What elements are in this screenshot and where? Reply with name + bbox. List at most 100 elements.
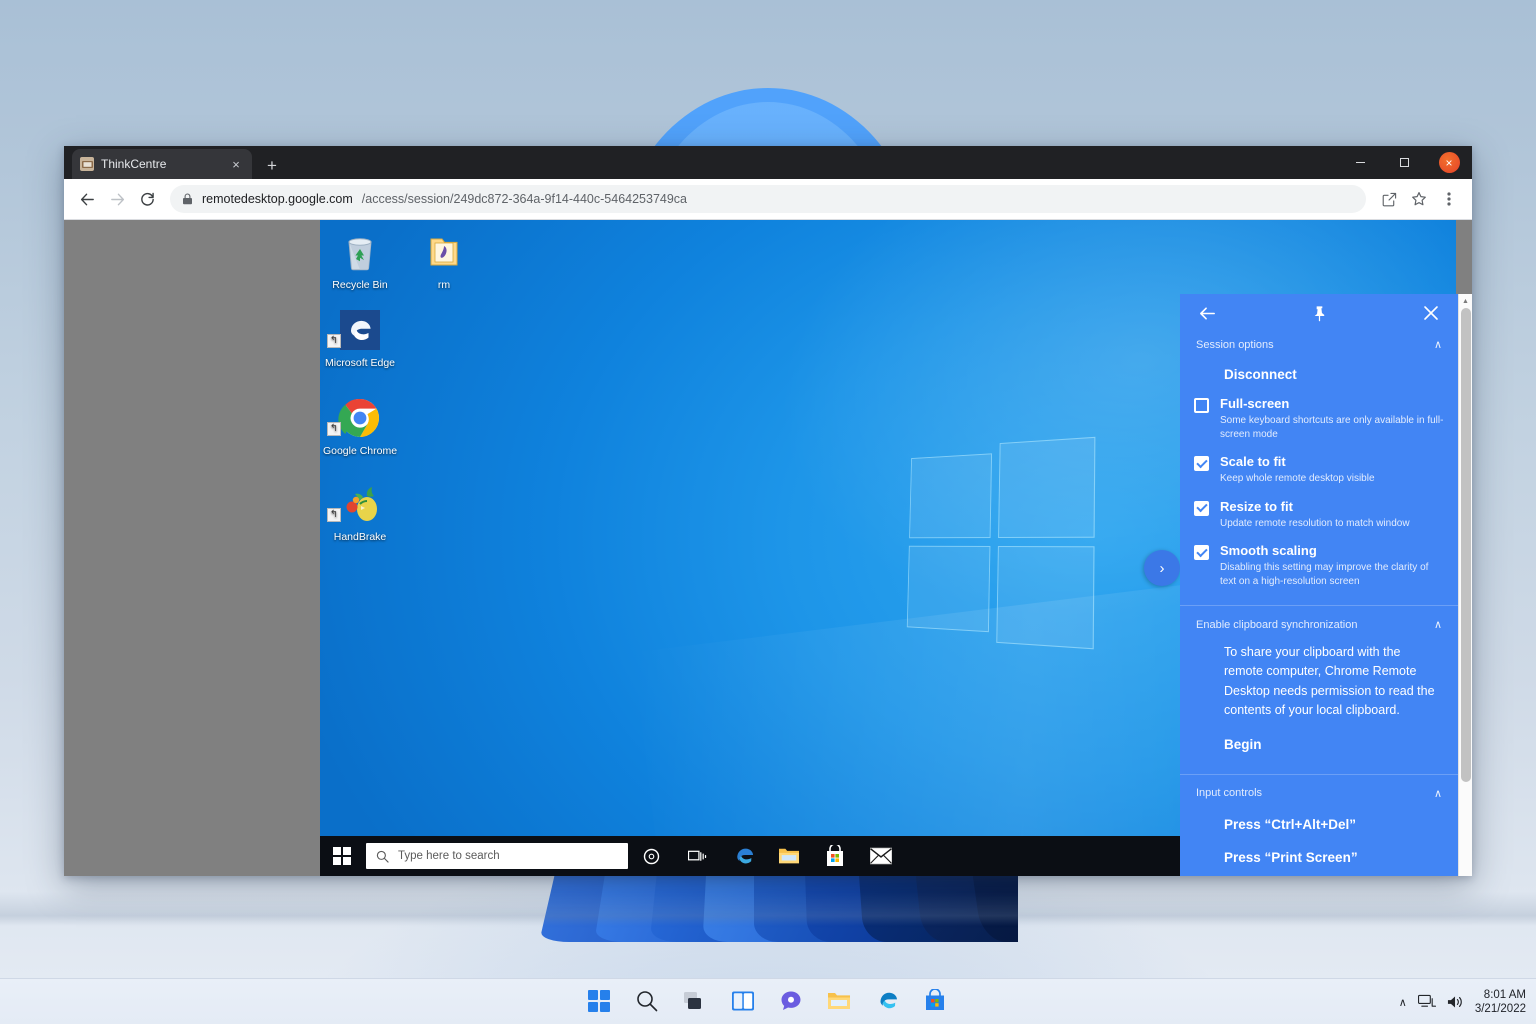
desktop-icon-rm-folder[interactable]: rm bbox=[402, 230, 486, 292]
chevron-up-icon: ∧ bbox=[1434, 787, 1442, 800]
desktop-icon-label: Microsoft Edge bbox=[325, 357, 395, 369]
option-full-screen[interactable]: Full-screen Some keyboard shortcuts are … bbox=[1180, 390, 1458, 448]
task-view-icon[interactable] bbox=[674, 836, 720, 876]
panel-close-button[interactable] bbox=[1418, 300, 1444, 326]
option-description: Keep whole remote desktop visible bbox=[1220, 472, 1444, 486]
bookmark-star-icon[interactable] bbox=[1404, 184, 1434, 214]
file-explorer-icon[interactable] bbox=[766, 836, 812, 876]
option-scale-to-fit[interactable]: Scale to fit Keep whole remote desktop v… bbox=[1180, 448, 1458, 493]
smooth-scaling-checkbox[interactable] bbox=[1194, 545, 1209, 560]
scale-to-fit-checkbox[interactable] bbox=[1194, 456, 1209, 471]
host-clock-date: 3/21/2022 bbox=[1475, 1003, 1526, 1015]
desktop-icon-microsoft-edge[interactable]: ↰ Microsoft Edge bbox=[320, 308, 402, 370]
remote-desktop-viewport[interactable]: Recycle Bin rm ↰ Microsoft Edge ↰ Google… bbox=[64, 220, 1472, 876]
browser-toolbar: remotedesktop.google.com/access/session/… bbox=[64, 179, 1472, 220]
option-resize-to-fit[interactable]: Resize to fit Update remote resolution t… bbox=[1180, 493, 1458, 538]
option-text: Full-screen Some keyboard shortcuts are … bbox=[1220, 395, 1444, 441]
option-label: Scale to fit bbox=[1220, 454, 1286, 469]
option-smooth-scaling[interactable]: Smooth scaling Disabling this setting ma… bbox=[1180, 537, 1458, 595]
section-title: Session options bbox=[1196, 339, 1274, 351]
host-system-tray: ∧ 8:01 AM 3/21/2022 bbox=[1399, 979, 1526, 1024]
edge-icon[interactable] bbox=[720, 836, 766, 876]
option-text: Smooth scaling Disabling this setting ma… bbox=[1220, 542, 1444, 588]
remote-search-box[interactable]: Type here to search bbox=[366, 843, 628, 869]
browser-tab-title: ThinkCentre bbox=[101, 157, 221, 171]
remote-start-button[interactable] bbox=[320, 836, 364, 876]
microsoft-edge-icon bbox=[338, 308, 382, 352]
new-tab-button[interactable]: + bbox=[258, 151, 286, 179]
option-label: Smooth scaling bbox=[1220, 543, 1317, 558]
option-text: Scale to fit Keep whole remote desktop v… bbox=[1220, 453, 1444, 486]
session-options-panel: Session options ∧ Disconnect Full-screen… bbox=[1180, 294, 1472, 876]
chevron-up-icon: ∧ bbox=[1434, 338, 1442, 351]
maximize-window-button[interactable] bbox=[1382, 146, 1426, 179]
resize-to-fit-checkbox[interactable] bbox=[1194, 501, 1209, 516]
volume-icon[interactable] bbox=[1447, 994, 1464, 1010]
option-label: Full-screen bbox=[1220, 396, 1289, 411]
windows10-logo bbox=[907, 437, 1100, 650]
start-icon[interactable] bbox=[587, 989, 613, 1015]
cortana-icon[interactable] bbox=[628, 836, 674, 876]
wallpaper-shadow bbox=[0, 892, 1536, 926]
press-ctrl-alt-del-button[interactable]: Press “Ctrl+Alt+Del” bbox=[1180, 808, 1458, 841]
host-clock[interactable]: 8:01 AM 3/21/2022 bbox=[1475, 988, 1526, 1017]
panel-scroll-content: Session options ∧ Disconnect Full-screen… bbox=[1180, 294, 1458, 876]
host-taskbar: ∧ 8:01 AM 3/21/2022 bbox=[0, 978, 1536, 1024]
disconnect-button[interactable]: Disconnect bbox=[1180, 359, 1458, 390]
reload-button[interactable] bbox=[132, 184, 162, 214]
close-icon: × bbox=[1439, 152, 1460, 173]
desktop-icon-recycle-bin[interactable]: Recycle Bin bbox=[320, 230, 402, 292]
address-bar-host: remotedesktop.google.com bbox=[202, 192, 353, 206]
back-button[interactable] bbox=[72, 184, 102, 214]
task-view-icon[interactable] bbox=[683, 989, 709, 1015]
panel-header bbox=[1180, 294, 1458, 332]
edge-icon[interactable] bbox=[875, 989, 901, 1015]
section-input-controls: Input controls ∧ Press “Ctrl+Alt+Del” Pr… bbox=[1180, 775, 1458, 877]
desktop-icon-label: rm bbox=[438, 279, 450, 291]
option-description: Update remote resolution to match window bbox=[1220, 517, 1444, 531]
microsoft-store-icon[interactable] bbox=[812, 836, 858, 876]
microsoft-store-icon[interactable] bbox=[923, 989, 949, 1015]
panel-toggle-button[interactable]: › bbox=[1144, 550, 1180, 586]
search-icon bbox=[376, 850, 389, 863]
chat-icon[interactable] bbox=[779, 989, 805, 1015]
press-print-screen-button[interactable]: Press “Print Screen” bbox=[1180, 841, 1458, 874]
desktop-icon-google-chrome[interactable]: ↰ Google Chrome bbox=[320, 396, 402, 458]
scroll-up-arrow[interactable]: ▲ bbox=[1459, 294, 1472, 308]
close-window-button[interactable]: × bbox=[1426, 146, 1472, 179]
desktop-icon-handbrake[interactable]: ↰ HandBrake bbox=[320, 482, 402, 544]
section-session-options: Session options ∧ Disconnect Full-screen… bbox=[1180, 332, 1458, 606]
pin-icon[interactable] bbox=[1306, 300, 1332, 326]
press-f11-button[interactable]: Press “F11” bbox=[1180, 874, 1458, 877]
tray-chevron-icon[interactable]: ∧ bbox=[1399, 996, 1407, 1009]
folder-icon bbox=[422, 230, 466, 274]
chevron-right-icon: › bbox=[1160, 560, 1165, 577]
scrollbar-thumb[interactable] bbox=[1461, 308, 1471, 782]
panel-scrollbar[interactable]: ▲ ▼ bbox=[1458, 294, 1472, 876]
panel-back-button[interactable] bbox=[1194, 300, 1220, 326]
file-explorer-icon[interactable] bbox=[827, 989, 853, 1015]
widgets-icon[interactable] bbox=[731, 989, 757, 1015]
host-clock-time: 8:01 AM bbox=[1484, 989, 1526, 1001]
mail-icon[interactable] bbox=[858, 836, 904, 876]
option-text: Resize to fit Update remote resolution t… bbox=[1220, 498, 1444, 531]
begin-button[interactable]: Begin bbox=[1180, 723, 1458, 760]
desktop-icon-label: Google Chrome bbox=[323, 445, 397, 457]
network-icon[interactable] bbox=[1418, 994, 1436, 1010]
section-header[interactable]: Session options ∧ bbox=[1180, 332, 1458, 359]
minimize-window-button[interactable] bbox=[1338, 146, 1382, 179]
shortcut-arrow-icon: ↰ bbox=[327, 334, 341, 348]
search-icon[interactable] bbox=[635, 989, 661, 1015]
browser-menu-button[interactable] bbox=[1434, 184, 1464, 214]
close-tab-button[interactable]: × bbox=[228, 156, 244, 172]
share-icon[interactable] bbox=[1374, 184, 1404, 214]
forward-button bbox=[102, 184, 132, 214]
browser-tab[interactable]: ThinkCentre × bbox=[72, 149, 252, 179]
section-header[interactable]: Enable clipboard synchronization ∧ bbox=[1180, 606, 1458, 639]
full-screen-checkbox[interactable] bbox=[1194, 398, 1209, 413]
section-header[interactable]: Input controls ∧ bbox=[1180, 775, 1458, 808]
address-bar[interactable]: remotedesktop.google.com/access/session/… bbox=[170, 185, 1366, 213]
section-clipboard-sync: Enable clipboard synchronization ∧ To sh… bbox=[1180, 606, 1458, 775]
shortcut-arrow-icon: ↰ bbox=[327, 508, 341, 522]
browser-tabstrip: ThinkCentre × + × bbox=[64, 146, 1472, 179]
